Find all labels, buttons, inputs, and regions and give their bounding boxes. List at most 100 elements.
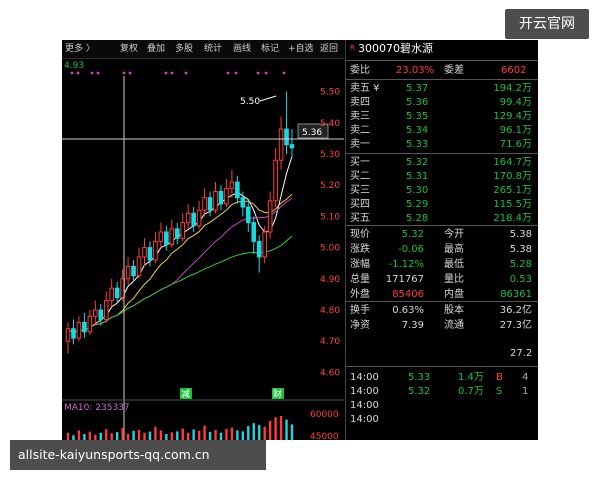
bid-price: 5.28 [406,213,429,224]
candle-body [76,321,82,339]
finance-value: 27.3亿 [499,320,532,331]
volume-bar [274,417,277,440]
bid-row: 买二 5.31 170.8万 [346,170,536,183]
kline-chart[interactable]: 4.93 5.50 5.36 5.50 5.40 5.30 5.20 5.10 5.00 4… [62,58,344,440]
volume-bar [290,424,294,440]
candle-body [289,144,295,149]
event-dot [234,71,238,75]
bid-price: 5.32 [406,157,429,168]
volume-bar [192,429,195,440]
candle-body [153,240,158,261]
volume-tick-45000: 45000 [310,432,339,440]
overlay-button[interactable]: 叠加 [147,40,165,58]
tick-time: 14:00 [350,414,379,425]
stat-label: 涨幅 [350,259,370,270]
tick-side: B [496,372,503,383]
stat-value: 171767 [385,274,424,285]
tick-time: 14:00 [350,372,379,383]
ask-label: 卖二 [350,125,370,136]
candle-body [82,321,87,333]
volume-bar [268,420,272,440]
candle-body [103,300,109,320]
candle-body [278,128,284,161]
stat-value: 5.32 [401,229,424,240]
price-tick-label: 4.90 [320,275,340,285]
statistics-button[interactable]: 统计 [204,40,222,58]
stat-row: 外盘 85406 内盘 86361 [346,288,536,301]
volume-bar [263,426,266,440]
candle-body [191,212,196,227]
candle-body [147,247,153,261]
candle-body [284,128,289,146]
candle-body [218,190,224,205]
bid-volume: 265.1万 [493,185,532,196]
stat-value: 85406 [392,289,424,300]
extra-row: 27.2 [346,347,536,360]
mark-button[interactable]: 标记 [261,40,279,58]
tick-price: 5.32 [408,386,431,397]
tick-volume: 1.4万 [458,372,484,383]
tick-row: 14:00 5.33 1.4万 B 4 [346,371,536,384]
volume-bar [214,429,217,440]
bid-price: 5.29 [406,199,429,210]
ask-row: 卖三 5.35 129.4万 [346,110,536,123]
volume-bar [285,419,288,440]
kline-svg[interactable]: 4.93 5.50 5.36 5.50 5.40 5.30 5.20 5.10 5.00 4… [62,58,344,440]
add-watchlist-button[interactable]: +自选 [288,40,314,58]
ask-label: 卖四 [350,97,370,108]
event-dots [70,71,286,75]
volume-bar [219,432,223,440]
back-button[interactable]: 返回 [320,40,338,58]
ask-volume: 99.4万 [499,97,532,108]
candle-body [240,197,246,208]
volume-bar [88,431,92,440]
volume-bar [236,430,239,440]
candle-body [109,287,115,302]
tick-price: 5.33 [408,372,431,383]
ask-volume: 129.4万 [493,111,532,122]
stat-row: 总量 171767 量比 0.53 [346,273,536,286]
bid-row: 买一 5.32 164.7万 [346,156,536,169]
volume-bar [258,425,261,440]
bid-volume: 164.7万 [493,157,532,168]
extra-value: 27.2 [510,348,533,359]
price-tick-label: 5.40 [320,119,340,129]
price-tick-label: 4.80 [320,306,340,316]
candle-body [180,222,186,239]
volume-bar [225,428,228,440]
finance-label: 流通 [444,320,464,331]
volume-bar [143,432,146,440]
ma10-label: MA10: 235337 [64,403,130,413]
candle-body [251,222,257,242]
candle-body [114,287,120,299]
tick-time: 14:00 [350,386,379,397]
tick-count: 4 [522,372,529,383]
ask-label: 卖一 [350,139,370,150]
event-dot [96,71,100,75]
event-dot [264,71,268,75]
bid-row: 买四 5.29 115.5万 [346,198,536,211]
ask-label: 卖三 [350,111,370,122]
stat-label: 最低 [444,259,464,270]
volume-bar [148,431,152,440]
fuquan-button[interactable]: 复权 [120,40,138,58]
draw-line-button[interactable]: 画线 [233,40,251,58]
candle-body [87,315,93,333]
weibi-row: 委比 23.03% 委差 6602 [350,65,527,76]
ask-row: 卖四 5.36 99.4万 [346,96,536,109]
price-tick-label: 5.30 [320,150,340,160]
multi-stock-button[interactable]: 多股 [175,40,193,58]
volume-bar [121,428,124,440]
peak-price-label: 5.50 [240,97,260,107]
event-dot [184,71,188,75]
volume-bar [247,426,250,440]
more-button[interactable]: 更多 〉 [65,40,95,58]
candle-body [125,265,131,280]
volume-bar [176,431,179,440]
event-dot [170,71,174,75]
tick-row: 14:00 [346,413,536,426]
volume-bar [181,428,184,440]
ask-price: 5.36 [406,97,429,108]
ask-volume: 71.6万 [499,139,532,150]
candle-body [256,240,262,258]
